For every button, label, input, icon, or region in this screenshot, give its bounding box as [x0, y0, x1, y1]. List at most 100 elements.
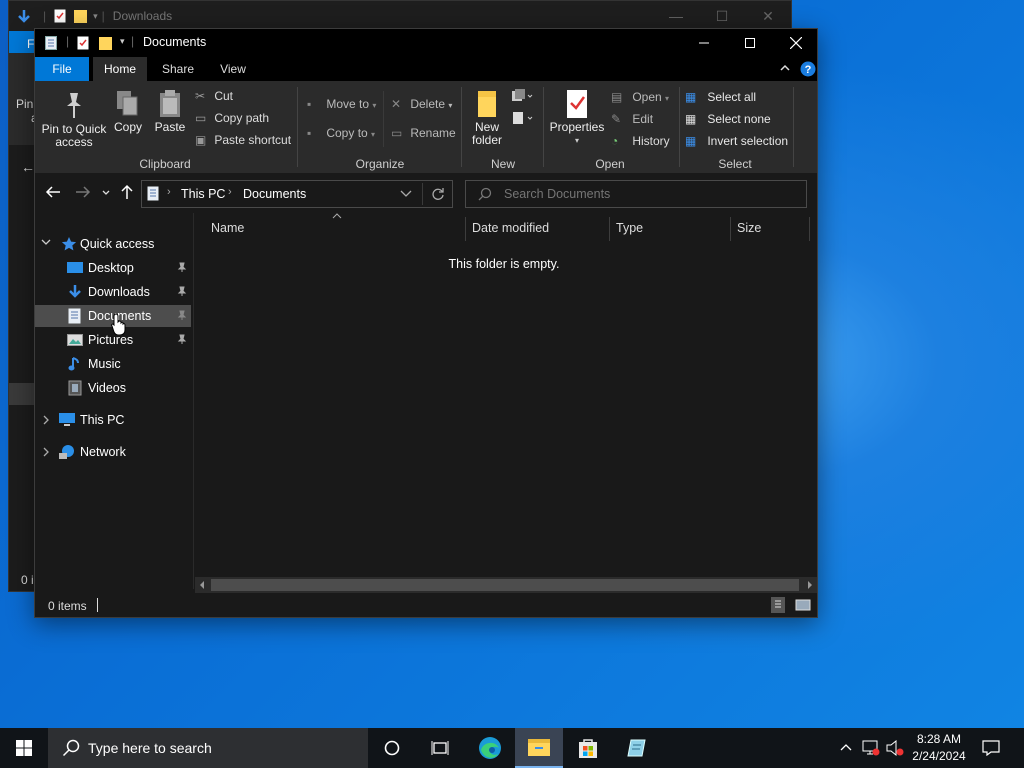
- nav-item-music[interactable]: Music: [35, 353, 191, 375]
- copy-path-button[interactable]: ▭ Copy path: [195, 111, 269, 125]
- nav-this-pc[interactable]: This PC: [35, 409, 191, 431]
- horizontal-scrollbar[interactable]: [195, 577, 817, 593]
- window-title: Documents: [143, 35, 207, 49]
- customize-qa-chevron-icon[interactable]: ▾: [120, 36, 125, 47]
- easy-access-button[interactable]: [511, 111, 533, 125]
- svg-text:?: ?: [805, 64, 812, 76]
- copy-button[interactable]: Copy: [111, 89, 145, 134]
- scroll-left-icon[interactable]: [199, 581, 205, 589]
- task-view-icon[interactable]: [416, 728, 464, 768]
- column-header-name[interactable]: Name: [211, 221, 244, 235]
- search-input[interactable]: [504, 184, 794, 204]
- column-header-size[interactable]: Size: [737, 221, 761, 235]
- close-button[interactable]: [773, 29, 819, 57]
- document-icon: [68, 308, 84, 324]
- action-center-icon[interactable]: [982, 740, 1000, 756]
- recent-locations-chevron-icon[interactable]: [101, 185, 111, 199]
- explorer-window[interactable]: | ▾ | Documents File Home Share View ? P…: [34, 28, 818, 618]
- bg-maximize-button[interactable]: ☐: [699, 1, 745, 31]
- properties-button[interactable]: Properties ▾: [547, 89, 607, 147]
- tab-home[interactable]: Home: [93, 57, 147, 81]
- collapsed-chevron-icon[interactable]: [43, 447, 51, 457]
- invert-selection-button[interactable]: ▦ Invert selection: [685, 134, 788, 148]
- edit-button[interactable]: ✎ Edit: [611, 112, 653, 126]
- tab-file[interactable]: File: [35, 57, 89, 81]
- bg-close-button[interactable]: ✕: [745, 1, 791, 31]
- move-to-button[interactable]: ▪ Move to ▾: [307, 97, 376, 111]
- taskbar-search-box[interactable]: Type here to search: [48, 728, 368, 768]
- tab-share[interactable]: Share: [153, 57, 203, 81]
- select-all-button[interactable]: ▦ Select all: [685, 90, 756, 104]
- up-icon[interactable]: [120, 184, 134, 200]
- refresh-icon[interactable]: [431, 187, 445, 201]
- pin-to-quick-access-button[interactable]: Pin to Quick access: [39, 91, 109, 149]
- paste-button[interactable]: Paste: [153, 89, 187, 134]
- nav-item-desktop[interactable]: Desktop: [35, 257, 191, 279]
- details-view-icon[interactable]: [771, 597, 785, 613]
- breadcrumb-this-pc[interactable]: This PC: [181, 187, 225, 201]
- scroll-right-icon[interactable]: [807, 581, 813, 589]
- nav-network[interactable]: Network: [35, 441, 191, 463]
- nav-item-label: Videos: [88, 381, 126, 395]
- collapse-ribbon-icon[interactable]: [779, 62, 791, 74]
- pin-icon[interactable]: [177, 310, 187, 320]
- file-explorer-taskbar-button[interactable]: [515, 728, 563, 768]
- large-icons-view-icon[interactable]: [795, 597, 811, 613]
- show-hidden-icons-chevron-icon[interactable]: [840, 742, 852, 752]
- breadcrumb-documents[interactable]: Documents: [243, 187, 306, 201]
- properties-qa-icon[interactable]: [77, 36, 89, 50]
- edit-icon: ✎: [611, 112, 622, 126]
- history-button[interactable]: ◔ History: [611, 134, 670, 148]
- volume-muted-icon[interactable]: [886, 740, 906, 756]
- notepad-app-icon[interactable]: [613, 728, 661, 768]
- new-item-button[interactable]: [511, 89, 533, 103]
- column-header-date-modified[interactable]: Date modified: [472, 221, 549, 235]
- delete-button[interactable]: ✕ Delete ▾: [391, 97, 452, 111]
- pin-icon[interactable]: [177, 334, 187, 344]
- open-label: Open: [632, 90, 662, 104]
- search-box[interactable]: [465, 180, 807, 208]
- paste-shortcut-button[interactable]: ▣ Paste shortcut: [195, 133, 291, 147]
- tab-view[interactable]: View: [209, 57, 257, 81]
- nav-item-videos[interactable]: Videos: [35, 377, 191, 399]
- bg-back-icon[interactable]: ←: [21, 159, 35, 175]
- maximize-button[interactable]: [727, 29, 773, 57]
- file-list[interactable]: Name Date modified Type Size This folder…: [195, 213, 817, 589]
- help-icon[interactable]: ?: [800, 61, 816, 77]
- bg-minimize-button[interactable]: —: [653, 1, 699, 31]
- edge-browser-icon[interactable]: [466, 728, 514, 768]
- address-bar[interactable]: › This PC › Documents: [141, 180, 453, 208]
- column-header-type[interactable]: Type: [616, 221, 643, 235]
- select-none-button[interactable]: ▦ Select none: [685, 112, 771, 126]
- network-status-icon[interactable]: [862, 740, 880, 756]
- pin-icon[interactable]: [177, 286, 187, 296]
- taskbar: Type here to search 8:28 AM 2/24/2024: [0, 728, 1024, 768]
- empty-folder-message: This folder is empty.: [448, 257, 560, 271]
- expanded-chevron-icon[interactable]: [41, 239, 51, 247]
- bg-file-tab[interactable]: F: [9, 31, 35, 53]
- clock[interactable]: 8:28 AM 2/24/2024: [908, 731, 970, 765]
- cut-button[interactable]: ✂ Cut: [195, 89, 233, 103]
- background-titlebar[interactable]: | ▾ | Downloads — ☐ ✕: [9, 1, 791, 31]
- copy-label: Copy: [113, 120, 142, 134]
- address-dropdown-icon[interactable]: [400, 190, 412, 198]
- new-folder-qa-icon[interactable]: [99, 36, 112, 50]
- copy-to-button[interactable]: ▪ Copy to ▾: [307, 126, 375, 140]
- ribbon: Pin to Quick access Copy Paste ✂ Cut ▭ C…: [35, 81, 817, 173]
- scroll-thumb[interactable]: [211, 579, 799, 591]
- nav-quick-access[interactable]: Quick access: [35, 233, 191, 255]
- start-button[interactable]: [0, 728, 48, 768]
- new-folder-button[interactable]: New folder: [465, 89, 509, 147]
- open-button[interactable]: ▤ Open ▾: [611, 90, 669, 104]
- back-icon[interactable]: [45, 185, 61, 199]
- minimize-button[interactable]: [681, 29, 727, 57]
- rename-button[interactable]: ▭ Rename: [391, 126, 456, 140]
- cortana-icon[interactable]: [368, 728, 416, 768]
- nav-item-downloads[interactable]: Downloads: [35, 281, 191, 303]
- microsoft-store-icon[interactable]: [564, 728, 612, 768]
- collapsed-chevron-icon[interactable]: [43, 415, 51, 425]
- title-bar[interactable]: | ▾ | Documents: [35, 29, 817, 57]
- music-note-icon: [67, 356, 83, 372]
- pin-icon[interactable]: [177, 262, 187, 272]
- forward-icon[interactable]: [75, 185, 91, 199]
